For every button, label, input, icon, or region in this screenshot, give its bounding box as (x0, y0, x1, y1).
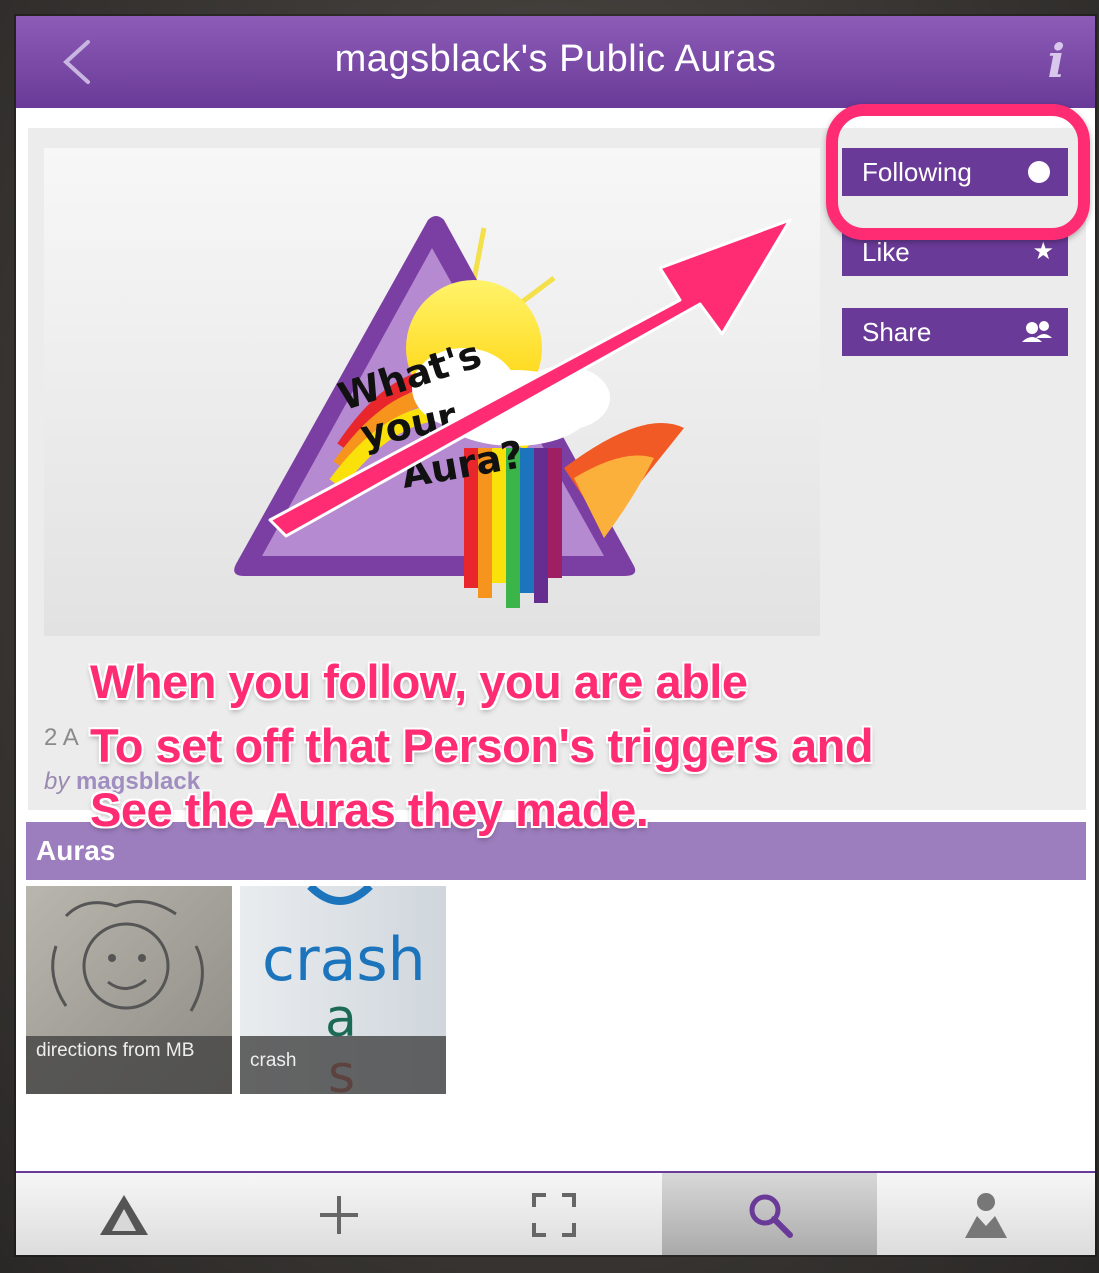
plus-icon (319, 1196, 358, 1234)
viewfinder-icon (531, 1193, 576, 1237)
tab-bar (16, 1171, 1095, 1255)
user-icon (964, 1193, 1007, 1238)
like-label: Like (862, 237, 910, 267)
aura-tile[interactable]: directions from MB (26, 886, 232, 1094)
share-button[interactable]: Share (842, 308, 1068, 356)
annotation-line: To set off that Person's triggers and (90, 719, 874, 772)
tab-scan[interactable] (446, 1173, 661, 1255)
aura-count: 2 A (44, 724, 79, 751)
face-sketch-icon (51, 900, 204, 1012)
tab-search[interactable] (662, 1173, 877, 1255)
following-highlight-box (826, 104, 1090, 240)
share-label: Share (862, 317, 932, 347)
aura-logo-icon: What's your Aura? (234, 216, 684, 608)
people-icon (1020, 308, 1054, 373)
profile-hero-image: What's your Aura? (44, 148, 820, 636)
aura-tile[interactable]: crash a s crash (240, 886, 446, 1094)
info-button[interactable]: i (1048, 34, 1065, 88)
tab-profile[interactable] (878, 1173, 1093, 1255)
aura-logo-icon (99, 1195, 148, 1235)
tutorial-annotation: When you follow, you are able To set off… (90, 650, 874, 842)
aura-caption: crash (240, 1036, 446, 1094)
tab-create[interactable] (231, 1173, 446, 1255)
crash-thumb-text: crash (262, 925, 426, 995)
aura-caption: directions from MB (26, 1036, 232, 1094)
byline-prefix: by (44, 768, 70, 795)
annotation-line: See the Auras they made. (90, 783, 649, 836)
page-title: magsblack's Public Auras (334, 38, 777, 80)
search-icon (749, 1194, 793, 1238)
annotation-line: When you follow, you are able (90, 655, 748, 708)
tab-home[interactable] (16, 1173, 231, 1255)
navigation-bar: magsblack's Public Auras i (16, 16, 1095, 108)
